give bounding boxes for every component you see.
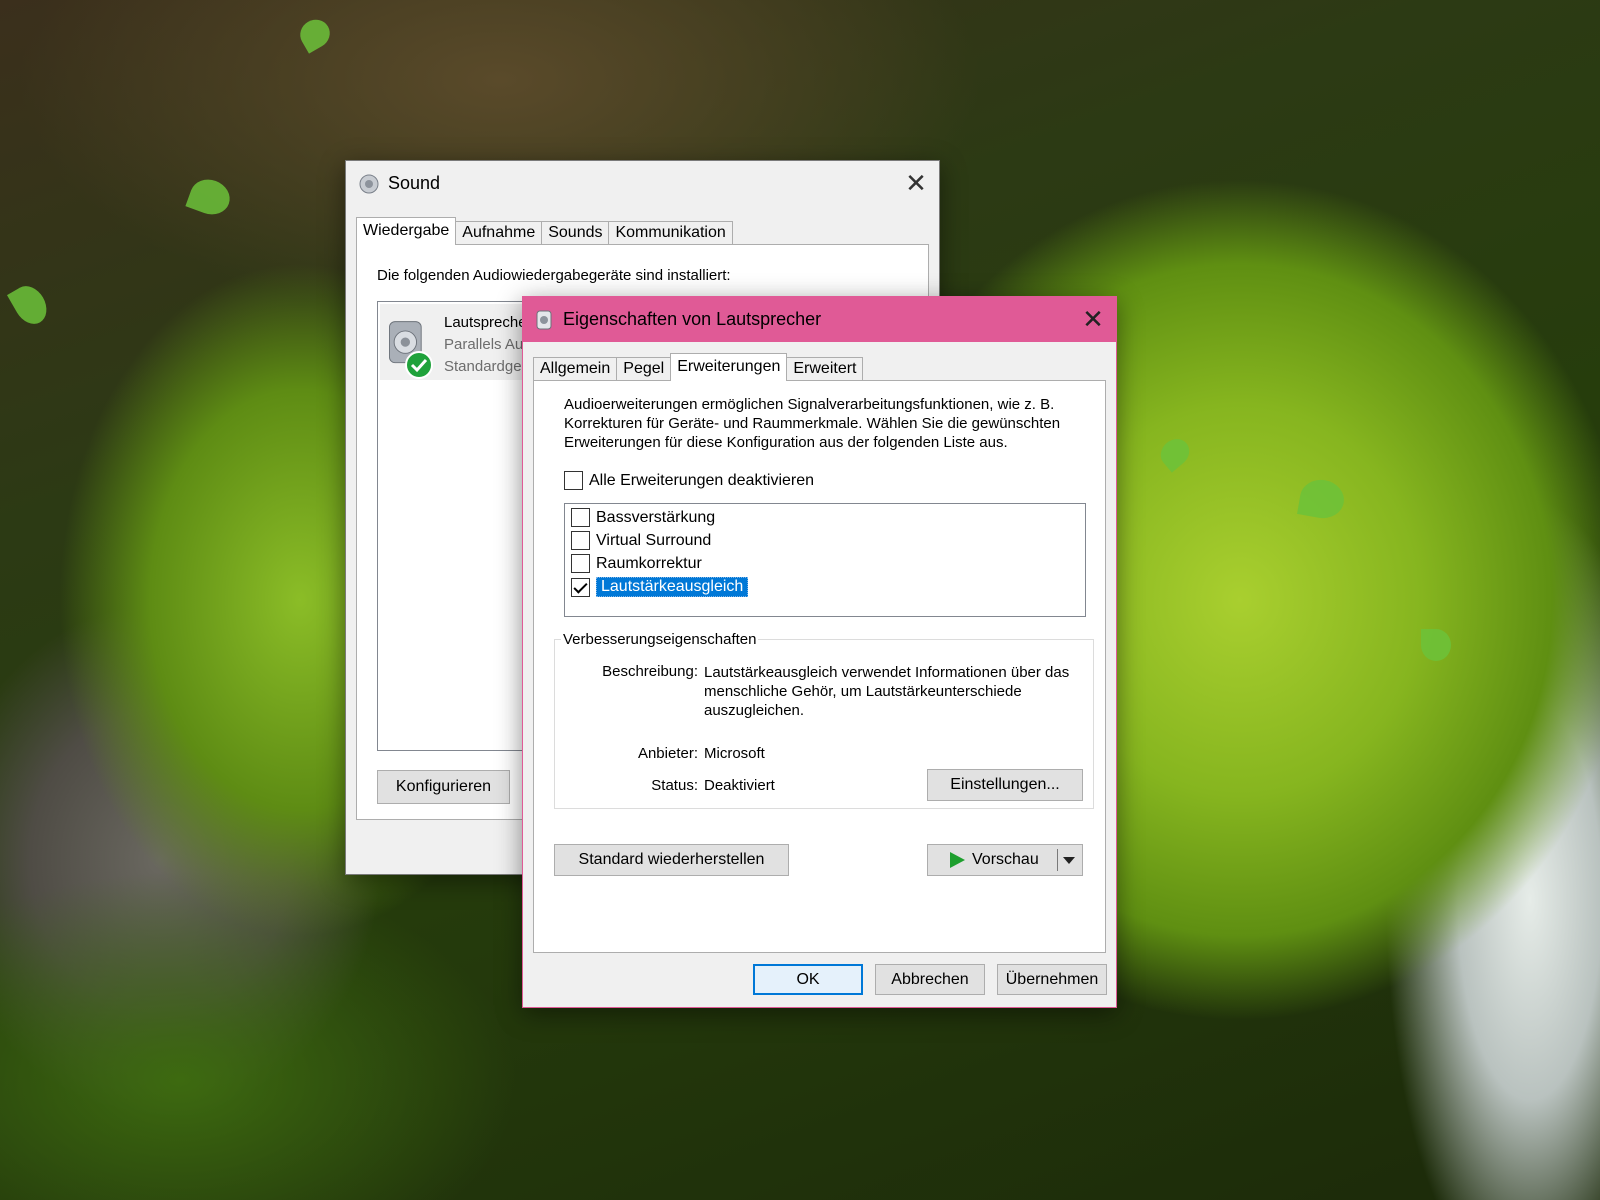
play-icon [950,852,965,868]
tab-aufnahme[interactable]: Aufnahme [455,221,543,245]
settings-button[interactable]: Einstellungen... [927,769,1083,801]
group-title: Verbesserungseigenschaften [563,631,757,648]
tab-pegel[interactable]: Pegel [616,357,672,381]
tab-sounds[interactable]: Sounds [541,221,610,245]
tab-erweitert[interactable]: Erweitert [786,357,864,381]
provider-value: Microsoft [704,745,765,762]
sound-intro-text: Die folgenden Audiowiedergabegeräte sind… [377,267,731,284]
tab-wiedergabe[interactable]: Wiedergabe [356,217,457,245]
enhancements-panel: Audioerweiterungen ermöglichen Signalver… [533,380,1106,953]
device-driver: Parallels Au [444,336,524,353]
leaf-decoration [1155,433,1195,473]
device-name: Lautspreche [444,314,527,331]
tab-allgemein[interactable]: Allgemein [533,357,618,381]
speaker-icon [536,310,552,329]
close-icon[interactable]: ✕ [1070,297,1116,342]
disable-all-label: Alle Erweiterungen deaktivieren [589,471,815,489]
leaf-decoration [185,174,235,220]
leaf-decoration [1421,629,1451,661]
list-item[interactable]: Virtual Surround [571,531,711,550]
surround-checkbox[interactable] [571,531,590,550]
list-item[interactable]: Lautstärkeausgleich [571,577,749,597]
list-item-label: Virtual Surround [596,531,712,549]
tab-erweiterungen[interactable]: Erweiterungen [670,353,788,381]
list-item-label: Raumkorrektur [596,554,702,572]
loudness-checkbox[interactable] [571,577,590,597]
cancel-button[interactable]: Abbrechen [875,964,985,995]
properties-window: Eigenschaften von Lautsprecher ✕ Allgeme… [522,296,1117,1008]
leaf-decoration [7,280,53,330]
device-status: Standardge [444,358,522,375]
restore-defaults-button[interactable]: Standard wiederherstellen [554,844,789,876]
leaf-decoration [1297,476,1347,522]
description-label: Beschreibung: [602,663,698,680]
disable-all-checkbox[interactable] [564,471,583,490]
close-icon[interactable]: ✕ [893,161,939,206]
list-item-label: Bassverstärkung [596,508,716,526]
list-item[interactable]: Raumkorrektur [571,554,702,573]
checkmark-icon [405,351,433,379]
disable-all-row[interactable]: Alle Erweiterungen deaktivieren [564,471,814,490]
configure-button[interactable]: Konfigurieren [377,770,510,804]
preview-button[interactable]: Vorschau [927,844,1083,876]
tab-kommunikation[interactable]: Kommunikation [608,221,733,245]
room-correction-checkbox[interactable] [571,554,590,573]
properties-titlebar[interactable]: Eigenschaften von Lautsprecher ✕ [523,297,1116,342]
properties-tabs: Allgemein Pegel Erweiterungen Erweitert [533,353,864,381]
properties-window-title: Eigenschaften von Lautsprecher [563,309,822,329]
list-item-label-selected: Lautstärkeausgleich [596,577,749,597]
enhancements-description: Audioerweiterungen ermöglichen Signalver… [564,396,1061,451]
chevron-down-icon[interactable] [1062,856,1076,866]
sound-tabs: Wiedergabe Aufnahme Sounds Kommunikation [356,217,733,245]
description-value: Lautstärkeausgleich verwendet Informatio… [704,664,1070,719]
ok-button[interactable]: OK [753,964,863,995]
preview-label: Vorschau [972,851,1039,868]
preview-divider [1057,849,1058,871]
provider-label: Anbieter: [637,745,698,762]
speaker-icon [359,174,379,193]
list-item[interactable]: Bassverstärkung [571,508,715,527]
status-label: Status: [651,777,698,794]
apply-button[interactable]: Übernehmen [997,964,1107,995]
bass-checkbox[interactable] [571,508,590,527]
leaf-decoration [295,14,335,54]
enhancements-list[interactable]: Bassverstärkung Virtual Surround Raumkor… [564,503,1086,617]
status-value: Deaktiviert [704,777,775,794]
sound-window-title: Sound [388,173,441,193]
sound-titlebar[interactable]: Sound ✕ [346,161,939,206]
